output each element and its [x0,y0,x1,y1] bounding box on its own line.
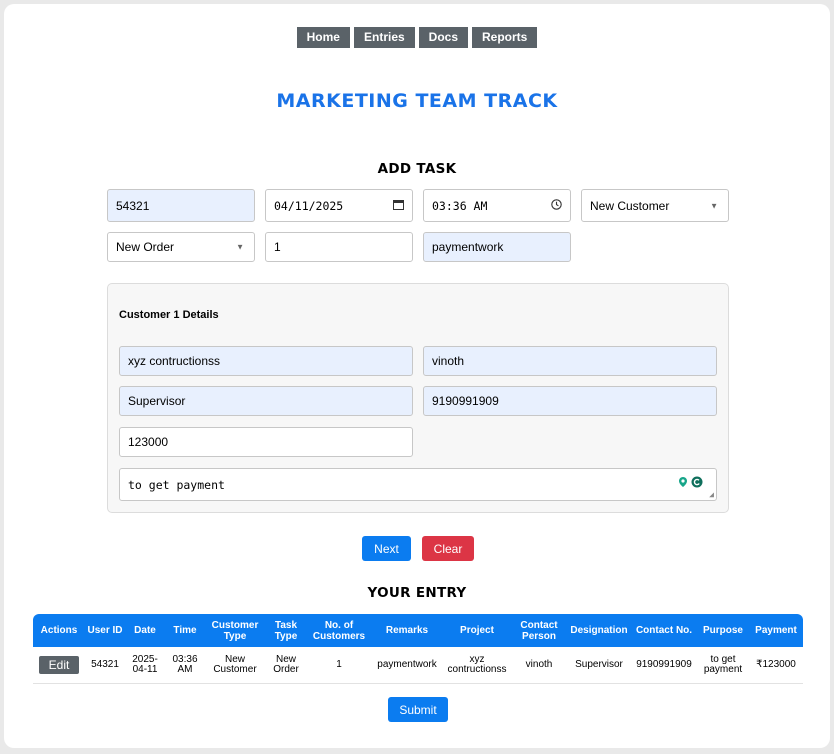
contact-no-value: 9190991909 [432,394,499,408]
payment-input[interactable]: 123000 [119,427,413,457]
add-task-heading: ADD TASK [377,161,457,177]
nav-home[interactable]: Home [296,27,350,48]
column-header: Task Type [265,614,307,647]
table-cell: 54321 [85,647,125,684]
column-header: Project [443,614,511,647]
chevron-down-icon: ▼ [236,242,244,252]
project-value: xyz contructionss [128,354,221,368]
time-value: 03:36 AM [432,198,488,213]
submit-button[interactable]: Submit [388,697,448,722]
column-header: Date [125,614,165,647]
table-cell: New Order [265,647,307,684]
entries-table: Actions User ID Date Time Customer Type … [33,614,803,684]
nav-docs[interactable]: Docs [418,27,469,48]
column-header: Customer Type [205,614,265,647]
table-cell: vinoth [511,647,567,684]
nav-entries[interactable]: Entries [353,27,415,48]
date-value: 04/11/2025 [274,198,344,213]
your-entry-heading: YOUR ENTRY [367,585,467,601]
column-header: Purpose [697,614,749,647]
resize-handle-icon[interactable]: ◢ [709,490,714,499]
column-header: Payment [749,614,803,647]
contact-person-value: vinoth [432,354,465,368]
date-input[interactable]: 04/11/2025 [265,189,413,222]
user-id-input[interactable]: 54321 [107,189,255,222]
page-title: MARKETING TEAM TRACK [276,90,558,112]
table-cell: xyz contructionss [443,647,511,684]
edit-button[interactable]: Edit [38,656,80,674]
next-button[interactable]: Next [362,536,411,561]
column-header: Actions [33,614,85,647]
num-customers-input[interactable]: 1 [265,232,413,262]
table-cell: paymentwork [371,647,443,684]
user-id-value: 54321 [116,198,150,213]
column-header: Designation [567,614,631,647]
chevron-down-icon: ▼ [710,201,718,210]
table-cell: Supervisor [567,647,631,684]
grammar-assistant-icon[interactable] [677,475,705,489]
task-type-value: New Order [116,240,175,254]
contact-no-input[interactable]: 9190991909 [423,386,717,416]
task-type-select[interactable]: New Order ▼ [107,232,255,262]
customer-type-value: New Customer [590,198,670,213]
column-header: Contact No. [631,614,697,647]
num-customers-value: 1 [274,240,281,254]
time-input[interactable]: 03:36 AM [423,189,571,222]
designation-input[interactable]: Supervisor [119,386,413,416]
nav-reports[interactable]: Reports [472,27,538,48]
top-nav: Home Entries Docs Reports [0,27,834,48]
table-cell: ₹123000 [749,647,803,684]
table-cell: 2025-04-11 [125,647,165,684]
contact-person-input[interactable]: vinoth [423,346,717,376]
remarks-input[interactable]: paymentwork [423,232,571,262]
designation-value: Supervisor [128,394,186,408]
table-header-row: Actions User ID Date Time Customer Type … [33,614,803,647]
table-cell: 1 [307,647,371,684]
table-cell: 03:36 AM [165,647,205,684]
column-header: User ID [85,614,125,647]
customer-type-select[interactable]: New Customer ▼ [581,189,729,222]
payment-value: 123000 [128,435,169,449]
project-input[interactable]: xyz contructionss [119,346,413,376]
table-cell: 9190991909 [631,647,697,684]
column-header: No. of Customers [307,614,371,647]
clear-button[interactable]: Clear [422,536,474,561]
purpose-textarea[interactable]: to get payment ◢ [119,468,717,501]
column-header: Time [165,614,205,647]
clock-icon[interactable] [551,198,562,213]
column-header: Contact Person [511,614,567,647]
table-row: Edit 54321 2025-04-11 03:36 AM New Custo… [33,647,803,684]
calendar-icon[interactable] [393,199,404,213]
column-header: Remarks [371,614,443,647]
table-cell: to get payment [697,647,749,684]
table-cell: New Customer [205,647,265,684]
table-cell: Edit [33,647,85,684]
purpose-value: to get payment [128,477,225,492]
customer-details-heading: Customer 1 Details [119,309,219,321]
remarks-value: paymentwork [432,240,504,254]
